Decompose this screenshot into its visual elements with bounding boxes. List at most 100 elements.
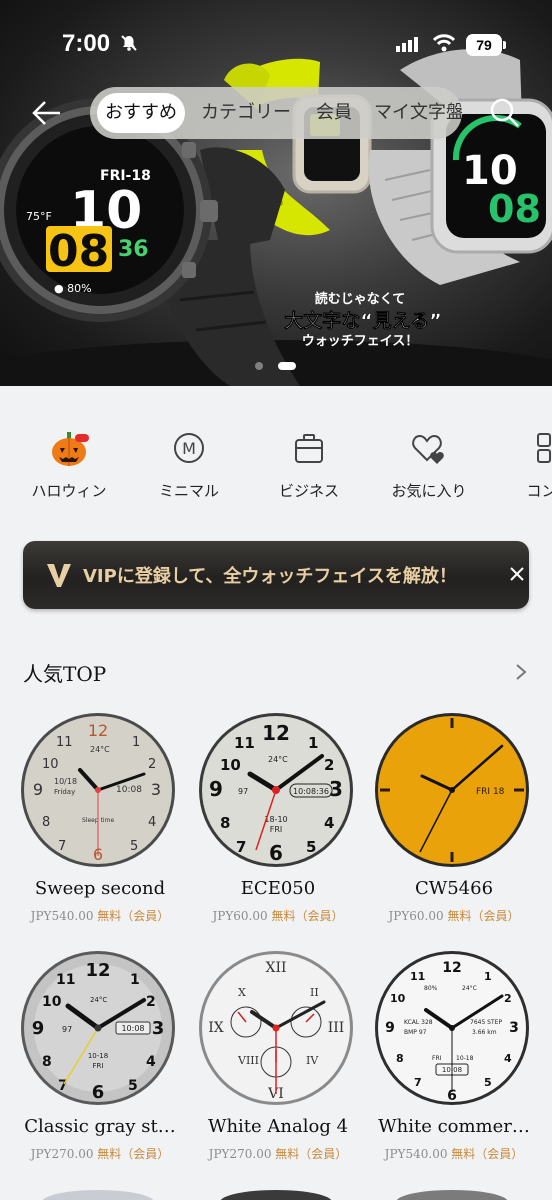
svg-text:6: 6 xyxy=(269,841,283,865)
bell-muted-icon xyxy=(121,35,137,51)
watch-price: JPY60.00 無料（会員） xyxy=(190,907,366,924)
svg-text:8: 8 xyxy=(220,814,230,832)
svg-text:II: II xyxy=(310,986,319,999)
svg-text:KCAL 328: KCAL 328 xyxy=(404,1019,433,1026)
carousel-dot-2-active[interactable] xyxy=(278,362,296,370)
svg-text:2: 2 xyxy=(146,994,156,1010)
battery-indicator: 79 xyxy=(466,34,506,56)
svg-text:10:08: 10:08 xyxy=(121,1024,144,1033)
free-for-member: 無料（会員） xyxy=(97,1147,170,1161)
watch-name: White Analog 4 xyxy=(207,1116,349,1137)
free-for-member: 無料（会員） xyxy=(447,909,520,923)
hero-banner[interactable]: 10 08 FRI-18 10 08 36 75°F ● 80% 7:00 79… xyxy=(0,0,552,386)
watch-face-white-commercial: 12 3 6 9 1 2 4 5 7 8 10 11 80% 24°C KCAL… xyxy=(375,951,529,1105)
tab-my-watchface[interactable]: マイ文字盤 xyxy=(374,93,462,133)
svg-text:5: 5 xyxy=(130,839,138,854)
carousel-dot-1[interactable] xyxy=(255,362,263,370)
watch-price: JPY60.00 無料（会員） xyxy=(366,907,542,924)
svg-text:11: 11 xyxy=(56,972,75,988)
svg-text:11: 11 xyxy=(56,735,73,750)
back-arrow-icon[interactable] xyxy=(26,92,68,134)
price-value: JPY270.00 xyxy=(208,1147,272,1161)
svg-text:3.66 km: 3.66 km xyxy=(472,1029,497,1036)
category-label: お気に入り xyxy=(391,482,467,500)
chevron-right-icon[interactable] xyxy=(510,660,532,684)
watch-face-sweep-second: 12 3 6 9 1 2 4 5 7 8 10 11 24°C 10/18 Fr… xyxy=(21,713,175,867)
svg-text:80%: 80% xyxy=(424,985,438,992)
svg-text:75°F: 75°F xyxy=(26,210,52,223)
watch-face-cw5466: FRI 18 xyxy=(375,713,529,867)
svg-text:4: 4 xyxy=(146,1054,156,1070)
category-label: ミニマル xyxy=(158,482,219,500)
tab-category[interactable]: カテゴリー xyxy=(201,93,291,133)
status-time: 7:00 xyxy=(62,30,111,57)
svg-text:8: 8 xyxy=(396,1052,404,1065)
watch-name: White commer… xyxy=(378,1116,530,1137)
svg-text:3: 3 xyxy=(509,1020,519,1036)
search-icon[interactable] xyxy=(484,92,526,134)
grid-icon xyxy=(537,433,551,463)
watch-name: ECE050 xyxy=(240,878,316,899)
svg-text:1: 1 xyxy=(130,972,140,988)
hearts-icon xyxy=(412,434,444,464)
next-row-watch-faces-peek xyxy=(42,1190,508,1200)
svg-text:3: 3 xyxy=(152,1018,165,1039)
svg-text:8: 8 xyxy=(42,815,50,830)
svg-text:7: 7 xyxy=(58,839,66,854)
svg-text:IX: IX xyxy=(208,1020,224,1036)
svg-text:9: 9 xyxy=(209,777,223,801)
close-icon[interactable] xyxy=(507,564,527,584)
svg-text:97: 97 xyxy=(238,787,248,796)
tab-member[interactable]: 会員 xyxy=(316,93,352,133)
watch-name: CW5466 xyxy=(414,878,494,899)
svg-text:10:08: 10:08 xyxy=(116,785,142,795)
svg-text:5: 5 xyxy=(128,1078,138,1094)
watch-price: JPY270.00 無料（会員） xyxy=(190,1145,366,1162)
free-for-member: 無料（会員） xyxy=(451,1147,524,1161)
svg-text:10: 10 xyxy=(220,756,241,774)
price-value: JPY60.00 xyxy=(212,909,268,923)
price-value: JPY60.00 xyxy=(388,909,444,923)
svg-text:11: 11 xyxy=(234,734,255,752)
cellular-signal-icon xyxy=(396,37,418,52)
svg-text:9: 9 xyxy=(32,1018,45,1039)
tab-recommended[interactable]: おすすめ xyxy=(97,93,185,133)
svg-text:FRI: FRI xyxy=(432,1055,442,1062)
pumpkin-icon xyxy=(52,432,89,466)
svg-text:2: 2 xyxy=(148,757,156,772)
svg-text:1: 1 xyxy=(484,970,492,983)
svg-text:XII: XII xyxy=(265,960,286,976)
svg-text:12: 12 xyxy=(85,960,110,981)
svg-text:2: 2 xyxy=(504,992,512,1005)
vip-banner[interactable]: VIPに登録して、全ウォッチフェイスを解放！ xyxy=(23,541,529,609)
svg-text:10: 10 xyxy=(42,994,62,1010)
svg-text:10-18: 10-18 xyxy=(456,1055,474,1062)
svg-text:FRI 18: FRI 18 xyxy=(476,787,505,797)
watch-price: JPY540.00 無料（会員） xyxy=(366,1145,542,1162)
price-value: JPY270.00 xyxy=(30,1147,94,1161)
svg-text:III: III xyxy=(328,1020,345,1036)
svg-text:10: 10 xyxy=(390,992,406,1005)
svg-text:6: 6 xyxy=(92,1082,105,1103)
svg-text:M: M xyxy=(182,439,196,458)
svg-text:9: 9 xyxy=(385,1020,395,1036)
free-for-member: 無料（会員） xyxy=(275,1147,348,1161)
svg-text:12: 12 xyxy=(262,721,290,745)
watch-name: Sweep second xyxy=(34,878,166,899)
svg-text:11: 11 xyxy=(410,970,425,983)
svg-text:9: 9 xyxy=(33,780,43,799)
svg-text:36: 36 xyxy=(118,237,149,262)
watch-face-white-analog: XII III VI IX VIII IV X II xyxy=(199,951,353,1105)
hero-caption-top: 読むじゃなくて xyxy=(314,292,406,307)
free-for-member: 無料（会員） xyxy=(271,909,344,923)
svg-text:24°C: 24°C xyxy=(90,996,107,1004)
price-value: JPY540.00 xyxy=(384,1147,448,1161)
svg-text:10: 10 xyxy=(42,757,59,772)
svg-text:7: 7 xyxy=(414,1076,422,1089)
price-value: JPY540.00 xyxy=(30,909,94,923)
svg-text:X: X xyxy=(238,986,246,999)
svg-text:3: 3 xyxy=(329,777,343,801)
svg-text:8: 8 xyxy=(42,1054,52,1070)
vip-banner-text: VIPに登録して、全ウォッチフェイスを解放！ xyxy=(83,566,457,587)
svg-text:4: 4 xyxy=(504,1052,512,1065)
